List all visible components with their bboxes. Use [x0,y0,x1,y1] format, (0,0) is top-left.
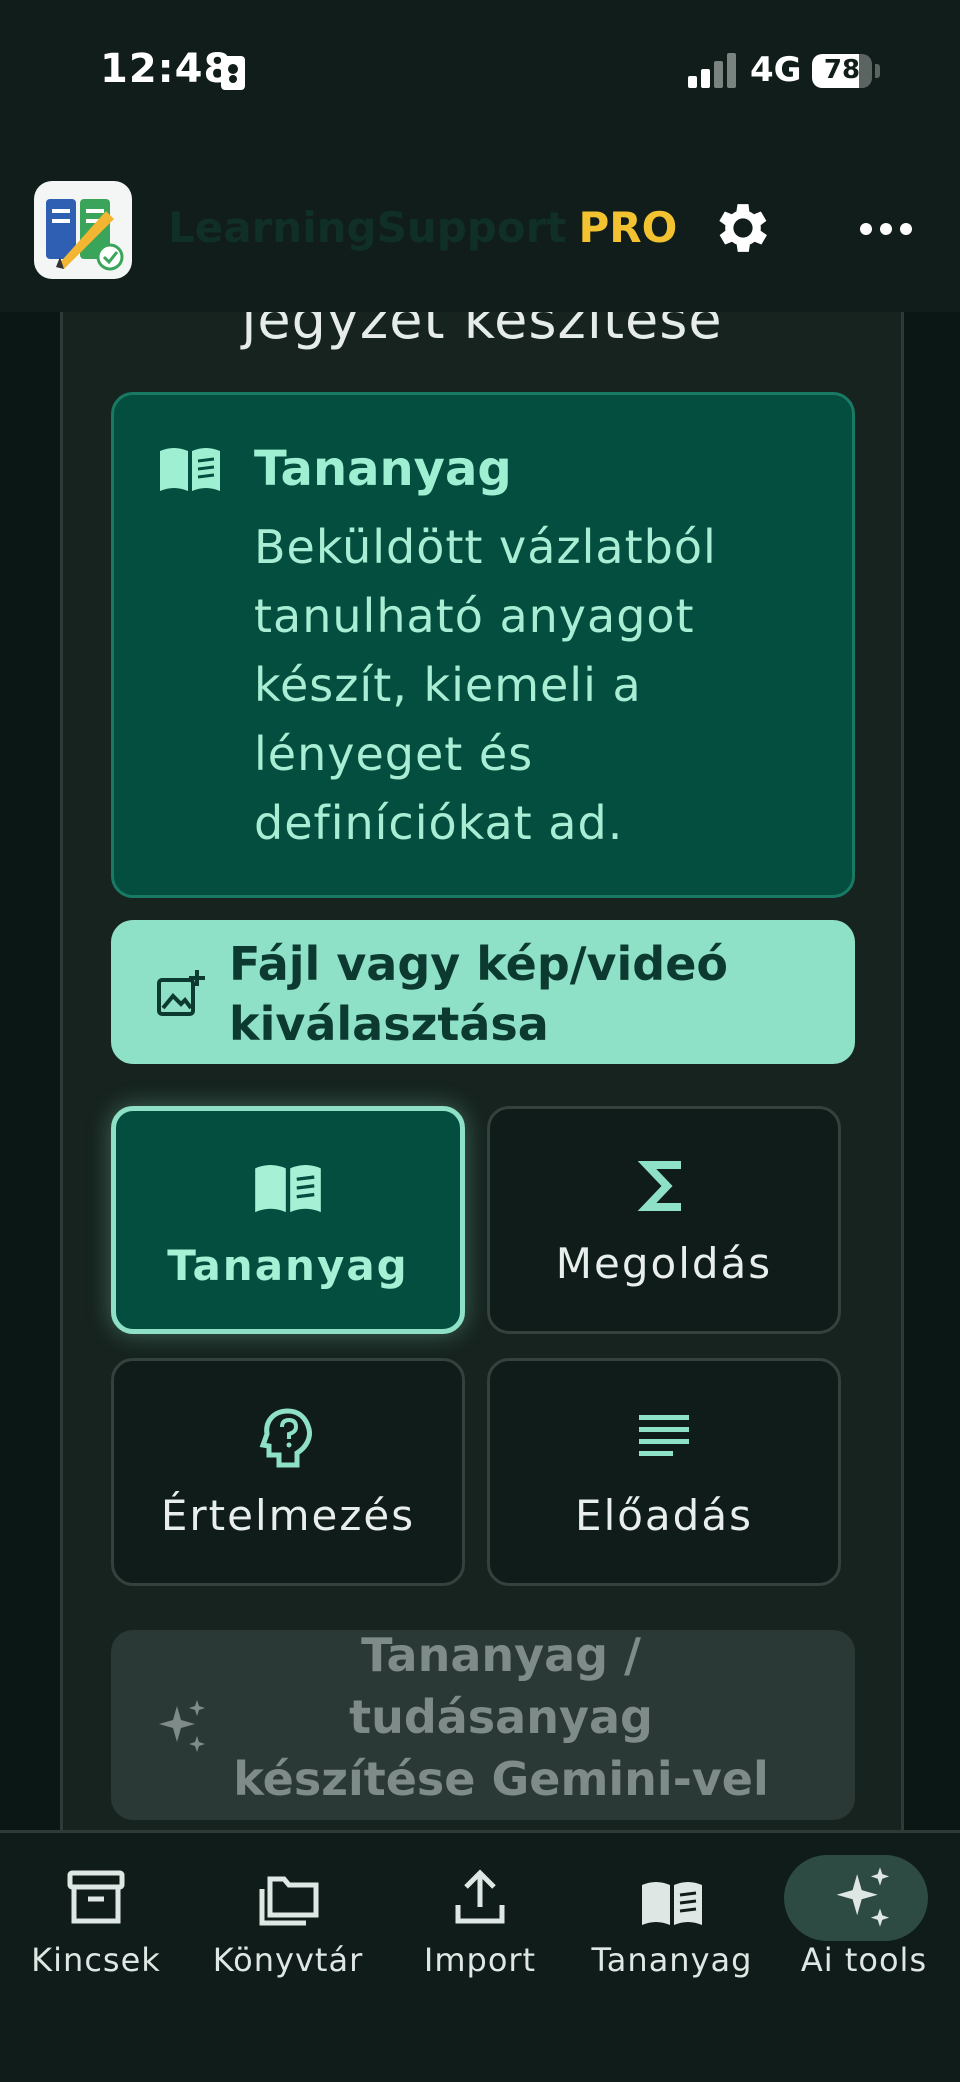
app-logo-icon[interactable] [34,181,132,279]
signal-strength-icon [688,52,738,88]
battery-percent: 78 [823,55,861,85]
nav-label: Tananyag [591,1941,753,1979]
mode-eloadas[interactable]: Előadás [487,1358,841,1586]
app-header: LearningSupport PRO [0,145,960,312]
mode-label: Megoldás [555,1239,773,1288]
nav-label: Kincsek [31,1941,161,1979]
head-question-icon [253,1407,323,1469]
sparkles-icon [155,1698,211,1754]
archive-icon [64,1865,128,1929]
status-time: 12:48 [100,46,233,92]
battery-icon: 78 [812,54,872,88]
battery-tip [875,64,880,78]
more-options-icon[interactable] [858,217,914,241]
upload-icon [448,1865,512,1929]
nav-label: Könyvtár [212,1941,364,1979]
nav-label: Import [423,1941,537,1979]
folders-icon [256,1865,320,1929]
bottom-navigation: Kincsek Könyvtár Import Tananyag Ai tool… [0,1830,960,2082]
mode-ertelmezes[interactable]: Értelmezés [111,1358,465,1586]
book-icon [253,1157,323,1219]
mode-megoldas[interactable]: Megoldás [487,1106,841,1334]
nav-item-import[interactable]: Import [384,1833,576,1993]
mode-label: Előadás [575,1491,753,1540]
mode-label: Értelmezés [160,1491,416,1540]
select-file-button[interactable]: Fájl vagy kép/videó kiválasztása [111,920,855,1064]
lines-icon [629,1407,699,1469]
main-panel: jegyzet készítése Tananyag Beküldött váz… [60,288,904,1830]
nav-item-ai-tools[interactable]: Ai tools [768,1833,960,1993]
pro-badge: PRO [578,203,678,252]
mode-label: Tananyag [167,1241,409,1290]
app-brand: LearningSupport PRO [168,203,677,252]
sim-card-icon [221,56,245,90]
book-icon [640,1865,704,1929]
sparkles-icon [832,1865,896,1929]
generate-label: Tananyag / tudásanyag készítése Gemini-v… [233,1628,769,1806]
book-icon [158,445,222,493]
status-bar: 12:48 4G 78 [0,0,960,145]
mode-title: Tananyag [254,441,512,497]
generate-with-gemini-button[interactable]: Tananyag / tudásanyag készítése Gemini-v… [111,1628,855,1820]
sigma-icon [629,1155,699,1217]
mode-description-card: Tananyag Beküldött vázlatból tanulható a… [111,392,855,898]
brand-name: LearningSupport [168,203,567,252]
mode-description: Beküldött vázlatból tanulható anyagot ké… [254,520,717,850]
settings-gear-icon[interactable] [710,195,776,261]
nav-item-tananyag[interactable]: Tananyag [576,1833,768,1993]
nav-item-kincsek[interactable]: Kincsek [0,1833,192,1993]
nav-item-konyvtar[interactable]: Könyvtár [192,1833,384,1993]
network-type: 4G [750,50,802,90]
nav-label: Ai tools [800,1941,928,1979]
add-image-icon [155,968,205,1018]
mode-tananyag[interactable]: Tananyag [111,1106,465,1334]
select-file-label: Fájl vagy kép/videó kiválasztása [229,937,729,1051]
